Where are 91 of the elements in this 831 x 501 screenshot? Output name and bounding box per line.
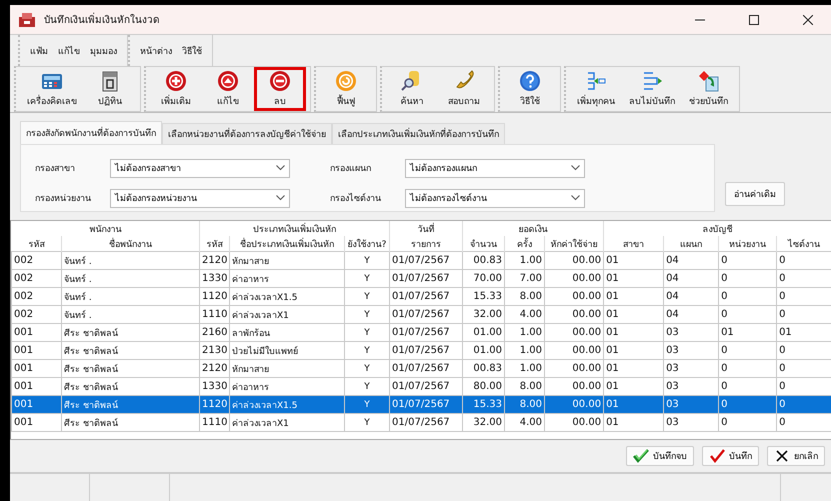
column-header[interactable]: จำนวน	[462, 236, 505, 252]
cancel-button[interactable]: ยกเลิก	[767, 446, 825, 466]
column-header[interactable]: ครั้ง	[504, 236, 545, 252]
group-header: ยอดเงิน	[462, 221, 604, 236]
toolbar-button[interactable]: ช่วยบันทึก	[682, 67, 735, 111]
table-row[interactable]: 002 จันทร์ . 1120 ค่าล่วงเวลาX1.5 Y 01/07/2567 15.33 8.00 00.00 01 04 0 0	[12, 288, 831, 306]
toolbar-button[interactable]: เพิ่มเติม	[150, 67, 202, 111]
dropdown[interactable]: ไม่ต้องกรองหน่วยงาน	[110, 188, 290, 208]
column-header[interactable]: หักค่าใช้จ่าย	[544, 236, 604, 252]
menu-item[interactable]: แก้ไข	[58, 44, 80, 58]
tab[interactable]: เลือกประเภทเงินเพิ่มเงินหักที่ต้องการบันทึก	[332, 123, 505, 144]
table-cell: 0	[718, 414, 777, 432]
table-row[interactable]: 001 ศีระ ชาติพลน์ 2130 ป่วยไม่มีใบแพทย์ Y 01/07/2567 01.00 1.00 00.00 01 03 0 0	[12, 342, 831, 360]
dropdown[interactable]: ไม่ต้องกรองไซต์งาน	[405, 188, 585, 208]
column-header[interactable]: ไซต์งาน	[776, 236, 831, 252]
table-cell: 03	[664, 414, 719, 432]
table-row[interactable]: 001 ศีระ ชาติพลน์ 1110 ค่าล่วงเวลาX1 Y 01/07/2567 32.00 4.00 00.00 01 03 0 0	[12, 414, 831, 432]
group-header: ประเภทเงินเพิ่มเงินหัก	[200, 221, 390, 236]
table-cell: ค่าล่วงเวลาX1	[230, 414, 344, 432]
maximize-icon	[749, 14, 759, 24]
refresh-icon	[335, 70, 357, 92]
dropdown[interactable]: ไม่ต้องกรองแผนก	[405, 158, 585, 178]
save-button[interactable]: บันทึก	[702, 446, 759, 466]
tab[interactable]: กรองสังกัดพนักงานที่ต้องการบันทึก	[20, 121, 162, 144]
table-row[interactable]: 002 จันทร์ . 1110 ค่าล่วงเวลาX1 Y 01/07/2567 32.00 4.00 00.00 01 04 0 0	[12, 306, 831, 324]
toolbar-button[interactable]: ลบ	[254, 67, 306, 111]
table-cell: 01/07/2567	[390, 414, 463, 432]
double-check-icon	[633, 449, 649, 463]
table-cell: ศีระ ชาติพลน์	[62, 414, 200, 432]
column-header[interactable]: ชื่อพนักงาน	[62, 236, 200, 252]
table-cell: จันทร์ .	[62, 252, 200, 270]
toolbar-button[interactable]: เพิ่มทุกคน	[570, 67, 622, 111]
field-label: กรองไซต์งาน	[330, 192, 382, 205]
table-cell: 1110	[200, 414, 230, 432]
column-header[interactable]: สาขา	[604, 236, 664, 252]
table-row[interactable]: 001 ศีระ ชาติพลน์ 2120 หักมาสาย Y 01/07/2567 00.83 1.00 00.00 01 03 0 0	[12, 360, 831, 378]
document-arrow-icon	[698, 70, 720, 92]
table-row[interactable]: 002 จันทร์ . 2120 หักมาสาย Y 01/07/2567 00.83 1.00 00.00 01 04 0 0	[12, 252, 831, 270]
align-arrow-icon	[641, 70, 663, 92]
toolbar-button[interactable]: ลบไม่บันทึก	[622, 67, 682, 111]
group-header: วันที่	[390, 221, 463, 236]
toolbar-button[interactable]: สอบถาม	[438, 67, 490, 111]
table-row[interactable]: 001 ศีระ ชาติพลน์ 1120 ค่าล่วงเวลาX1.5 Y 01/07/2567 15.33 8.00 00.00 01 03 0 0	[12, 396, 831, 414]
toolbar-button[interactable]: ค้นหา	[386, 67, 438, 111]
field-label: กรองหน่วยงาน	[35, 193, 92, 205]
column-header[interactable]: รายการ	[390, 236, 463, 252]
menu-item[interactable]: แฟ้ม	[30, 44, 48, 58]
close-icon	[774, 449, 790, 463]
table-cell: หักมาสาย	[230, 252, 344, 270]
save-close-button[interactable]: บันทึกจบ	[626, 446, 694, 466]
toolbar-button[interactable]: ฟื้นฟู	[320, 67, 372, 111]
table-cell: 002	[12, 252, 62, 270]
check-icon	[709, 449, 725, 463]
field-label: กรองแผนก	[330, 163, 372, 175]
table-row[interactable]: 001 ศีระ ชาติพลน์ 1330 ค่าอาหาร Y 01/07/2567 80.00 8.00 00.00 01 03 0 0	[12, 378, 831, 396]
table-row[interactable]: 001 ศีระ ชาติพลน์ 2160 ลาพักร้อน Y 01/07/2567 01.00 1.00 00.00 01 03 01 01	[12, 324, 831, 342]
table-row[interactable]: 002 จันทร์ . 1330 ค่าอาหาร Y 01/07/2567 70.00 7.00 00.00 01 04 0 0	[12, 270, 831, 288]
align-arrow-icon	[585, 70, 607, 92]
field-label: กรองสาขา	[35, 163, 76, 175]
help-icon	[519, 70, 541, 92]
table-cell: 01	[604, 414, 664, 432]
table-cell: 4.00	[504, 414, 545, 432]
read-button[interactable]: อ่านค่าเดิม	[725, 182, 785, 206]
chevron-down-icon	[276, 165, 285, 171]
add-icon	[165, 70, 187, 92]
dropdown[interactable]: ไม่ต้องกรองสาขา	[110, 158, 290, 178]
column-header[interactable]: รหัส	[12, 236, 62, 252]
toolbar-button[interactable]: เครื่องคิดเลข	[20, 67, 84, 111]
table-cell: 32.00	[462, 414, 505, 432]
table-cell: Y	[344, 414, 390, 432]
column-header[interactable]: รหัส	[200, 236, 230, 252]
minus-icon	[269, 70, 291, 92]
table-cell: 001	[12, 414, 62, 432]
column-header[interactable]: ชื่อประเภทเงินเพิ่มเงินหัก	[230, 236, 344, 252]
column-header[interactable]: ยังใช้งาน?	[344, 236, 390, 252]
column-header[interactable]: แผนก	[664, 236, 719, 252]
chevron-down-icon	[571, 195, 580, 201]
close-icon	[803, 14, 813, 24]
menu-item[interactable]: หน้าต่าง	[140, 44, 172, 58]
window-title: บันทึกเงินเพิ่มเงินหักในงวด	[44, 12, 669, 27]
app-icon	[18, 12, 36, 28]
column-header[interactable]: หน่วยงาน	[718, 236, 777, 252]
tab[interactable]: เลือกหน่วยงานที่ต้องการลงบัญชีค่าใช้จ่าย	[162, 123, 332, 144]
chevron-down-icon	[276, 195, 285, 201]
menu-item[interactable]: มุมมอง	[90, 44, 117, 58]
menu-item[interactable]: วิธีใช้	[182, 44, 202, 58]
toolbar-button[interactable]: วิธีใช้	[504, 67, 556, 111]
table-cell: 00.00	[544, 414, 604, 432]
toolbar-button[interactable]: ปฏิทิน	[84, 67, 136, 111]
chevron-down-icon	[571, 165, 580, 171]
toolbar-button[interactable]: แก้ไข	[202, 67, 254, 111]
